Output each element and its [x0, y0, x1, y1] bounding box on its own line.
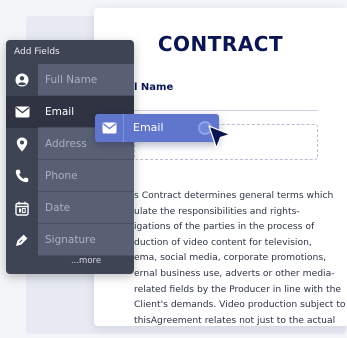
- field-item-phone[interactable]: Phone: [6, 160, 134, 192]
- more-fields-link[interactable]: ...more: [38, 256, 134, 266]
- phone-icon: [6, 160, 38, 192]
- contract-body-text: s Contract determines general terms whic…: [134, 188, 346, 326]
- body-line: igations of the parties in the process o…: [134, 221, 315, 233]
- field-item-date[interactable]: Date: [6, 192, 134, 224]
- field-item-label: Signature: [38, 224, 134, 256]
- field-item-full-name[interactable]: Full Name: [6, 64, 134, 96]
- body-line: ernal business use, adverts or other med…: [134, 267, 335, 279]
- envelope-icon: [95, 114, 124, 142]
- body-line: Client's demands. Video production subje…: [134, 299, 346, 311]
- body-line: thisAgreement relates not just to the ac…: [134, 314, 336, 326]
- calendar-icon: [6, 192, 38, 224]
- full-name-field-line[interactable]: [134, 110, 318, 111]
- mouse-cursor-icon: [208, 125, 231, 149]
- user-icon: [6, 64, 38, 96]
- envelope-icon: [6, 96, 38, 128]
- add-fields-header: Add Fields: [14, 47, 60, 57]
- full-name-field-label: l Name: [134, 82, 174, 93]
- field-item-signature[interactable]: Signature: [6, 224, 134, 256]
- field-item-label: Date: [38, 192, 134, 224]
- body-line: ema, social media, corporate promotions,: [134, 252, 327, 264]
- body-line: s Contract determines general terms whic…: [134, 190, 334, 201]
- pen-icon: [6, 224, 38, 256]
- body-line: related fields by the Producer in line w…: [134, 283, 342, 295]
- body-line: duction of video content for television,: [134, 236, 312, 248]
- field-item-label: Phone: [38, 160, 134, 192]
- field-item-label: Full Name: [38, 64, 134, 96]
- dragged-email-field[interactable]: Email: [95, 114, 219, 142]
- map-pin-icon: [6, 128, 38, 160]
- body-line: ulate the responsibilities and rights-: [134, 205, 300, 217]
- dragged-field-label: Email: [133, 121, 164, 134]
- add-fields-panel: Add Fields Full Name Email Address Phone…: [6, 40, 134, 274]
